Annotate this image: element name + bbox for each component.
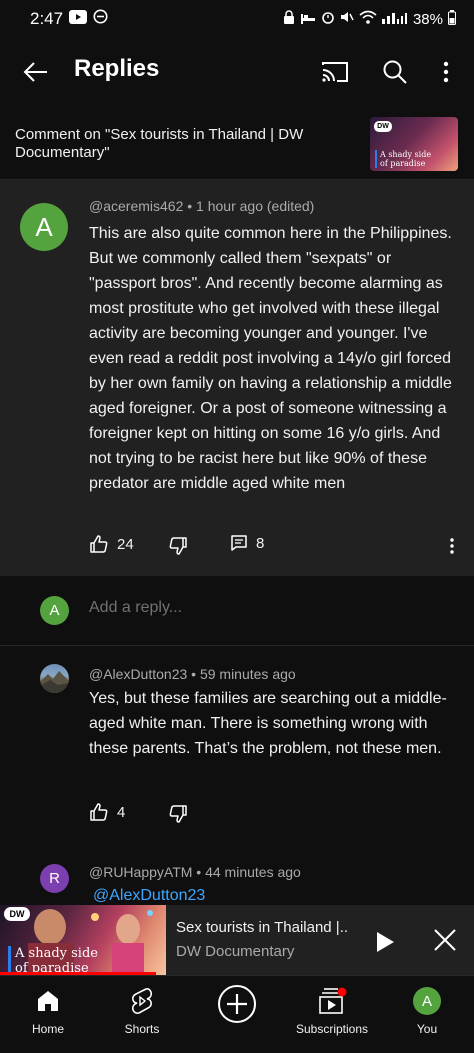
thumbnail-caption-line-1: A shady side <box>15 946 98 961</box>
nav-label: You <box>416 1022 438 1036</box>
reply-comment: @AlexDutton23 • 59 minutes ago Yes, but … <box>0 647 474 847</box>
close-button[interactable] <box>430 925 460 955</box>
close-icon <box>434 929 456 951</box>
thumbs-up-icon <box>90 535 108 553</box>
avatar[interactable] <box>40 664 69 693</box>
mention-link[interactable]: @AlexDutton23 <box>93 887 205 905</box>
nav-label: Subscriptions <box>295 1022 369 1036</box>
thumbnail-caption-line-1: A shady side <box>380 150 432 159</box>
signal-icon <box>381 10 408 28</box>
create-plus-icon <box>218 985 256 1023</box>
mini-player[interactable]: DW A shady side of paradise Sex tourists… <box>0 905 474 975</box>
status-bar: 2:47 38% <box>0 0 474 38</box>
nav-label: Shorts <box>124 1022 160 1036</box>
video-reference[interactable]: Comment on "Sex tourists in Thailand | D… <box>0 106 474 180</box>
cast-button[interactable] <box>318 54 352 90</box>
play-button[interactable] <box>370 927 400 957</box>
home-icon <box>38 991 58 1011</box>
dw-logo: DW <box>4 907 30 921</box>
nav-you[interactable]: A You <box>402 976 452 1053</box>
more-options-button[interactable] <box>432 54 460 90</box>
dislike-button[interactable] <box>168 804 188 824</box>
nav-create[interactable] <box>212 976 262 1053</box>
video-reference-text: Comment on "Sex tourists in Thailand | D… <box>15 126 304 161</box>
more-vertical-icon <box>450 538 454 554</box>
reply-input[interactable]: Add a reply... <box>89 599 182 617</box>
nav-subscriptions[interactable]: Subscriptions <box>282 976 382 1053</box>
battery-icon <box>448 9 456 29</box>
thumbs-down-icon <box>169 537 187 555</box>
comment-body: Yes, but these families are searching ou… <box>89 690 447 757</box>
dislike-button[interactable] <box>168 536 188 556</box>
app-header: Replies <box>0 38 474 106</box>
avatar[interactable]: R <box>40 864 69 893</box>
replies-button[interactable]: 8 <box>230 534 264 552</box>
comment-meta: @aceremis462 • 1 hour ago (edited) <box>89 198 315 214</box>
comment-icon <box>231 535 247 551</box>
thumbs-up-icon <box>90 803 108 821</box>
cast-icon <box>322 62 348 82</box>
search-icon <box>383 60 407 84</box>
like-button[interactable]: 4 <box>89 802 125 822</box>
play-icon <box>377 932 394 952</box>
bottom-nav: Home Shorts Subscriptions A You <box>0 975 474 1053</box>
arrow-left-icon <box>23 62 47 82</box>
thumbs-down-icon <box>169 805 187 823</box>
avatar: A <box>40 596 69 625</box>
like-button[interactable]: 24 <box>89 534 134 554</box>
page-title: Replies <box>74 55 160 82</box>
comment-more-button[interactable] <box>442 534 462 558</box>
video-thumbnail[interactable]: DW A shady side of paradise <box>370 117 458 171</box>
wifi-icon <box>359 10 377 28</box>
avatar: A <box>413 987 441 1015</box>
reply-count: 8 <box>256 534 265 552</box>
like-count: 4 <box>117 803 126 821</box>
bed-icon <box>300 11 316 28</box>
battery-percent: 38% <box>412 10 443 28</box>
main-comment: A @aceremis462 • 1 hour ago (edited) Thi… <box>0 180 474 576</box>
like-count: 24 <box>117 535 134 553</box>
nav-home[interactable]: Home <box>22 976 74 1053</box>
mini-player-channel: DW Documentary <box>176 943 295 960</box>
nav-label: Home <box>31 1022 64 1036</box>
search-button[interactable] <box>378 54 412 90</box>
thumbnail-caption: A shady side of paradise <box>375 150 431 168</box>
comment-meta: @RUHappyATM • 44 minutes ago <box>89 864 301 880</box>
thumbnail-caption: A shady side of paradise <box>8 946 98 975</box>
avatar[interactable]: A <box>20 203 68 251</box>
lock-icon <box>283 10 295 28</box>
reply-composer[interactable]: A Add a reply... <box>0 576 474 646</box>
dw-logo: DW <box>374 121 392 132</box>
reply-comment: R @RUHappyATM • 44 minutes ago @AlexDutt… <box>0 847 474 905</box>
mini-player-title: Sex tourists in Thailand |.. <box>176 919 349 936</box>
nav-shorts[interactable]: Shorts <box>112 976 172 1053</box>
mini-player-thumbnail[interactable]: DW A shady side of paradise <box>0 905 166 975</box>
youtube-notification-icon <box>69 9 88 29</box>
subscriptions-icon <box>319 987 347 1014</box>
back-button[interactable] <box>18 54 54 90</box>
thumbnail-caption-line-2: of paradise <box>380 159 426 168</box>
alarm-icon <box>321 10 335 28</box>
mute-icon <box>340 10 354 28</box>
shorts-icon <box>131 988 153 1014</box>
comment-body: This are also quite common here in the P… <box>89 225 452 492</box>
do-not-disturb-icon <box>93 9 108 29</box>
comment-meta: @AlexDutton23 • 59 minutes ago <box>89 666 296 682</box>
status-time: 2:47 <box>30 9 64 28</box>
more-vertical-icon <box>443 61 449 83</box>
